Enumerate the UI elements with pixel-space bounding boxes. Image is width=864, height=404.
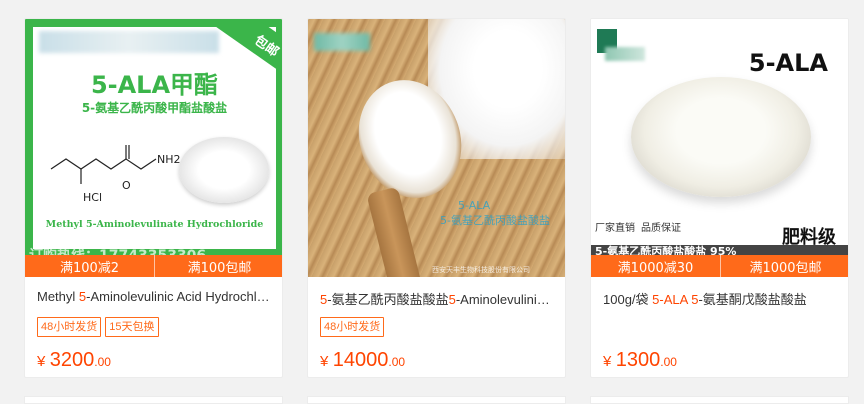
title-highlight: 5-ALA	[652, 292, 688, 307]
image-labels: 厂家直销 品质保证	[595, 219, 681, 234]
title-part: 100g/袋	[603, 292, 653, 307]
price-decimal: .00	[94, 355, 111, 369]
promo-discount: 满1000减30	[591, 255, 721, 277]
product-image-3[interactable]: 5-ALA 厂家直销 品质保证 肥料级 5-氨基乙酰丙酸盐酸盐 95%	[591, 19, 848, 277]
title-part: -氨基酮戊酸盐酸盐	[698, 292, 807, 307]
chem-nh2-label: NH2	[157, 153, 181, 166]
promo-discount: 满100减2	[25, 255, 155, 277]
promo-bar-3: 满1000减30 满1000包邮	[591, 255, 848, 277]
product-title-2[interactable]: 5-氨基乙酰丙酸盐酸盐5-Aminolevulinic Acid Hydroch…	[320, 289, 556, 308]
image-watermark: 西安天丰生物科技股份有限公司	[432, 266, 530, 274]
price-3: ¥ 1300.00	[603, 349, 677, 372]
product-title-3[interactable]: 100g/袋 5-ALA 5-氨基酮戊酸盐酸盐	[603, 289, 839, 308]
product-image-2[interactable]: 5-ALA 5-氨基乙酰丙酸盐酸盐 西安天丰生物科技股份有限公司	[308, 19, 565, 277]
image-label: 厂家直销	[595, 223, 635, 234]
title-highlight: 5	[448, 292, 456, 307]
image-label: 品质保证	[641, 223, 681, 234]
service-tag: 48小时发货	[37, 317, 102, 337]
next-card-edge	[590, 396, 849, 404]
blurred-logo	[605, 47, 645, 61]
next-row-cards	[0, 396, 864, 404]
chemical-structure-icon	[50, 145, 157, 184]
price-currency: ¥	[603, 353, 612, 370]
title-part: -Aminolevulinic Acid Hydrochloride	[455, 292, 556, 307]
price-currency: ¥	[320, 353, 329, 370]
image-overlay-text: 5-ALA	[458, 199, 491, 212]
promo-bar-1: 满100减2 满100包邮	[25, 255, 282, 277]
blurred-logo	[314, 33, 370, 51]
chem-o-label: O	[122, 179, 131, 192]
price-decimal: .00	[660, 355, 677, 369]
price-integer: 1300	[615, 349, 661, 371]
price-currency: ¥	[37, 353, 46, 370]
product-grid: 包邮 5-ALA甲酯 5-氨基乙酰丙酸甲酯盐酸盐 NH2 HCl O Methy…	[24, 18, 849, 378]
promo-free-shipping: 满1000包邮	[721, 255, 848, 277]
product-card-3[interactable]: 5-ALA 厂家直销 品质保证 肥料级 5-氨基乙酰丙酸盐酸盐 95% 满100…	[590, 18, 849, 378]
product-title-1[interactable]: Methyl 5-Aminolevulinic Acid Hydrochlori…	[37, 289, 273, 304]
price-2: ¥ 14000.00	[320, 349, 405, 372]
service-tags-2: 48小时发货	[320, 317, 385, 337]
service-tag: 48小时发货	[320, 317, 385, 337]
blurred-logo	[39, 31, 219, 53]
title-part: Methyl	[37, 289, 79, 304]
price-integer: 3200	[49, 349, 95, 371]
price-decimal: .00	[388, 355, 406, 369]
title-part: -氨基乙酰丙酸盐酸盐	[327, 292, 449, 307]
powder-bowl-icon	[631, 77, 811, 197]
price-integer: 14000	[332, 349, 389, 371]
title-part: -Aminolevulinic Acid Hydrochloride	[86, 289, 273, 304]
price-1: ¥ 3200.00	[37, 349, 111, 372]
image-subline: 5-氨基乙酰丙酸甲酯盐酸盐	[81, 101, 228, 115]
image-overlay-text: 5-氨基乙酰丙酸盐酸盐	[440, 214, 550, 227]
product-card-2[interactable]: 5-ALA 5-氨基乙酰丙酸盐酸盐 西安天丰生物科技股份有限公司 5-氨基乙酰丙…	[307, 18, 566, 378]
service-tags-1: 48小时发货 15天包换	[37, 317, 159, 337]
image-headline: 5-ALA	[748, 49, 828, 77]
product-image-1[interactable]: 包邮 5-ALA甲酯 5-氨基乙酰丙酸甲酯盐酸盐 NH2 HCl O Methy…	[25, 19, 282, 277]
image-headline: 5-ALA甲酯	[90, 71, 219, 99]
next-card-edge	[24, 396, 283, 404]
chem-hcl-label: HCl	[83, 191, 103, 204]
ribbon-label: 包邮	[251, 32, 282, 60]
next-card-edge	[307, 396, 566, 404]
product-card-1[interactable]: 包邮 5-ALA甲酯 5-氨基乙酰丙酸甲酯盐酸盐 NH2 HCl O Methy…	[24, 18, 283, 378]
powder-dish-icon	[179, 137, 269, 203]
promo-free-shipping: 满100包邮	[155, 255, 282, 277]
service-tag: 15天包换	[105, 317, 159, 337]
spoon-handle	[366, 186, 422, 277]
image-english-name: Methyl 5-Aminolevulinate Hydrochloride	[45, 219, 264, 230]
